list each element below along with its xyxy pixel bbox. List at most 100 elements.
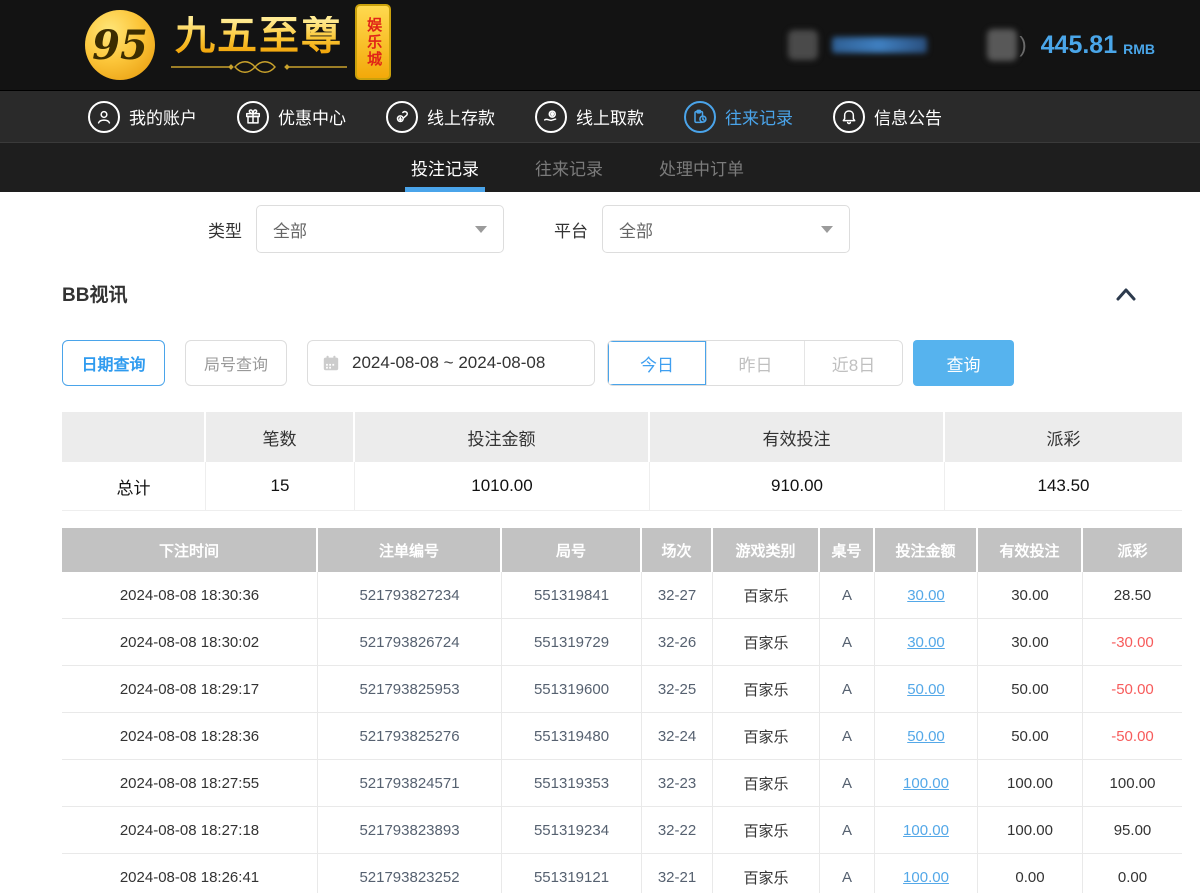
quick-tab-last8days[interactable]: 近8日: [804, 341, 902, 385]
bet-amount-link[interactable]: 50.00: [907, 681, 945, 698]
nav-label: 线上取款: [576, 104, 644, 129]
quick-tab-today[interactable]: 今日: [608, 341, 706, 385]
platform-filter-dropdown[interactable]: 全部: [602, 205, 850, 253]
summary-table: 笔数 投注金额 有效投注 派彩 总计 15 1010.00 910.00 143…: [62, 412, 1138, 511]
nav-item-deposit[interactable]: 线上存款: [386, 101, 495, 133]
table-cell: 30.00: [875, 572, 978, 619]
table-cell: 32-23: [642, 760, 713, 807]
table-cell: -50.00: [1083, 666, 1182, 713]
table-header-cell: 投注金额: [875, 528, 978, 572]
nav-label: 优惠中心: [278, 104, 346, 129]
bet-amount-link[interactable]: 50.00: [907, 728, 945, 745]
nav-item-my-account[interactable]: 我的账户: [88, 101, 197, 133]
user-avatar[interactable]: [788, 30, 818, 60]
tab-processing-orders[interactable]: 处理中订单: [655, 143, 748, 192]
wallet-area[interactable]: ) 445.81 RMB: [987, 29, 1155, 61]
table-cell: 100.00: [875, 854, 978, 893]
table-row: 2024-08-08 18:26:41521793823252551319121…: [62, 854, 1138, 893]
table-row: 2024-08-08 18:27:18521793823893551319234…: [62, 807, 1138, 854]
table-cell: 2024-08-08 18:27:18: [62, 807, 318, 854]
top-header: 95 九五至尊 娱乐城 ) 445.81 RMB: [0, 0, 1200, 90]
table-cell: 551319841: [502, 572, 642, 619]
date-range-input[interactable]: 2024-08-08 ~ 2024-08-08: [307, 340, 595, 386]
nav-item-announcements[interactable]: 信息公告: [833, 101, 942, 133]
table-cell: 521793825276: [318, 713, 502, 760]
bell-icon: [833, 101, 865, 133]
query-controls: 日期查询 局号查询 2024-08-08 ~ 2024-08-08 今日 昨日 …: [62, 340, 1138, 386]
table-cell: A: [820, 854, 875, 893]
collapse-section-button[interactable]: [1114, 286, 1138, 302]
summary-payout: 143.50: [945, 462, 1182, 511]
round-query-button[interactable]: 局号查询: [185, 340, 287, 386]
flourish-ornament-icon: [169, 60, 349, 74]
brand-title: 九五至尊: [175, 16, 343, 56]
main-navigation: 我的账户 优惠中心 线上存款 线上取款 往来记录 信息公告: [0, 90, 1200, 142]
bet-amount-link[interactable]: 100.00: [903, 822, 949, 839]
table-cell: 2024-08-08 18:28:36: [62, 713, 318, 760]
table-header-cell: 注单编号: [318, 528, 502, 572]
table-header-row: 下注时间 注单编号 局号 场次 游戏类别 桌号 投注金额 有效投注 派彩: [62, 528, 1138, 572]
chevron-down-icon: [821, 226, 833, 233]
user-icon: [88, 101, 120, 133]
table-cell: 百家乐: [713, 854, 820, 893]
table-cell: 32-27: [642, 572, 713, 619]
brand-badge: 娱乐城: [355, 4, 391, 80]
deposit-icon: [386, 101, 418, 133]
table-cell: 551319121: [502, 854, 642, 893]
records-icon: [684, 101, 716, 133]
table-cell: 百家乐: [713, 572, 820, 619]
summary-header-cell: 笔数: [206, 412, 355, 462]
bet-amount-link[interactable]: 100.00: [903, 775, 949, 792]
table-cell: 30.00: [875, 619, 978, 666]
table-cell: 50.00: [875, 713, 978, 760]
bet-amount-link[interactable]: 30.00: [907, 634, 945, 651]
table-cell: 551319600: [502, 666, 642, 713]
username-redacted: [832, 37, 927, 53]
table-cell: 32-22: [642, 807, 713, 854]
section-header: BB视讯: [62, 280, 1138, 307]
withdraw-icon: [535, 101, 567, 133]
table-cell: 100.00: [875, 807, 978, 854]
date-query-button[interactable]: 日期查询: [62, 340, 165, 386]
table-cell: 521793826724: [318, 619, 502, 666]
bet-amount-link[interactable]: 30.00: [907, 587, 945, 604]
nav-item-promotions[interactable]: 优惠中心: [237, 101, 346, 133]
table-cell: 0.00: [1083, 854, 1182, 893]
table-cell: A: [820, 666, 875, 713]
table-row: 2024-08-08 18:28:36521793825276551319480…: [62, 713, 1138, 760]
table-cell: 551319234: [502, 807, 642, 854]
table-cell: 百家乐: [713, 713, 820, 760]
table-cell: 50.00: [978, 666, 1083, 713]
bet-amount-link[interactable]: 100.00: [903, 869, 949, 886]
type-filter-dropdown[interactable]: 全部: [256, 205, 504, 253]
nav-item-withdraw[interactable]: 线上取款: [535, 101, 644, 133]
tab-bet-records[interactable]: 投注记录: [407, 143, 483, 192]
table-header-cell: 局号: [502, 528, 642, 572]
search-button[interactable]: 查询: [913, 340, 1014, 386]
tab-transaction-records[interactable]: 往来记录: [531, 143, 607, 192]
quick-tab-yesterday[interactable]: 昨日: [706, 341, 804, 385]
table-cell: 2024-08-08 18:26:41: [62, 854, 318, 893]
summary-count: 15: [206, 462, 355, 511]
user-area: ) 445.81 RMB: [788, 29, 1155, 61]
table-row: 2024-08-08 18:30:36521793827234551319841…: [62, 572, 1138, 619]
table-cell: A: [820, 713, 875, 760]
table-cell: 50.00: [875, 666, 978, 713]
table-cell: 2024-08-08 18:29:17: [62, 666, 318, 713]
table-cell: 2024-08-08 18:30:36: [62, 572, 318, 619]
table-cell: 32-25: [642, 666, 713, 713]
nav-label: 我的账户: [129, 104, 197, 129]
chevron-up-icon: [1114, 286, 1138, 302]
site-logo[interactable]: 95 九五至尊 娱乐城: [85, 10, 391, 80]
type-filter-value: 全部: [273, 217, 307, 242]
summary-bet-amount: 1010.00: [355, 462, 650, 511]
wallet-icon-arc: ): [1019, 32, 1026, 58]
nav-item-records[interactable]: 往来记录: [684, 101, 793, 133]
table-cell: 32-21: [642, 854, 713, 893]
table-cell: 521793825953: [318, 666, 502, 713]
nav-label: 线上存款: [427, 104, 495, 129]
table-header-cell: 场次: [642, 528, 713, 572]
table-cell: 28.50: [1083, 572, 1182, 619]
bet-table-body: 2024-08-08 18:30:36521793827234551319841…: [62, 572, 1138, 893]
table-cell: -50.00: [1083, 713, 1182, 760]
